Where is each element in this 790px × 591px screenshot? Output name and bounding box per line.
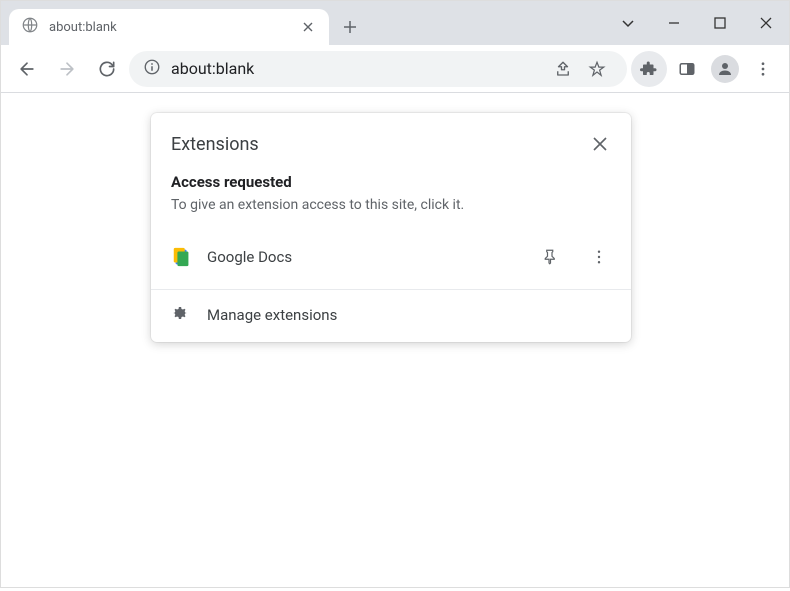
tab-search-button[interactable] [605,1,651,45]
tab-title: about:blank [49,20,289,35]
extension-more-button[interactable] [581,239,617,275]
reload-button[interactable] [89,51,125,87]
manage-extensions-row[interactable]: Manage extensions [151,290,631,342]
google-docs-icon [171,246,193,268]
browser-tab[interactable]: about:blank [9,9,329,45]
pin-extension-button[interactable] [531,239,567,275]
popup-close-button[interactable] [585,129,615,159]
window-maximize-button[interactable] [697,1,743,45]
address-bar[interactable]: about:blank [129,51,627,87]
extensions-popup: Extensions Access requested To give an e… [151,113,631,342]
window-close-button[interactable] [743,1,789,45]
manage-extensions-label: Manage extensions [207,306,337,324]
side-panel-button[interactable] [669,51,705,87]
popup-title: Extensions [171,134,585,155]
site-info-icon[interactable] [143,58,161,80]
back-button[interactable] [9,51,45,87]
extensions-button[interactable] [631,51,667,87]
toolbar: about:blank [1,45,789,93]
extension-row[interactable]: Google Docs [151,229,631,290]
globe-icon [21,16,39,38]
section-description: To give an extension access to this site… [171,197,611,213]
menu-button[interactable] [745,51,781,87]
section-heading: Access requested [171,173,611,191]
extension-name: Google Docs [207,248,517,266]
bookmark-button[interactable] [581,53,613,85]
url-text: about:blank [171,59,254,78]
profile-avatar[interactable] [711,55,739,83]
tab-close-button[interactable] [299,18,317,36]
gear-icon [171,304,189,326]
new-tab-button[interactable] [335,12,365,42]
window-controls [605,1,789,45]
forward-button[interactable] [49,51,85,87]
share-button[interactable] [547,53,579,85]
window-minimize-button[interactable] [651,1,697,45]
